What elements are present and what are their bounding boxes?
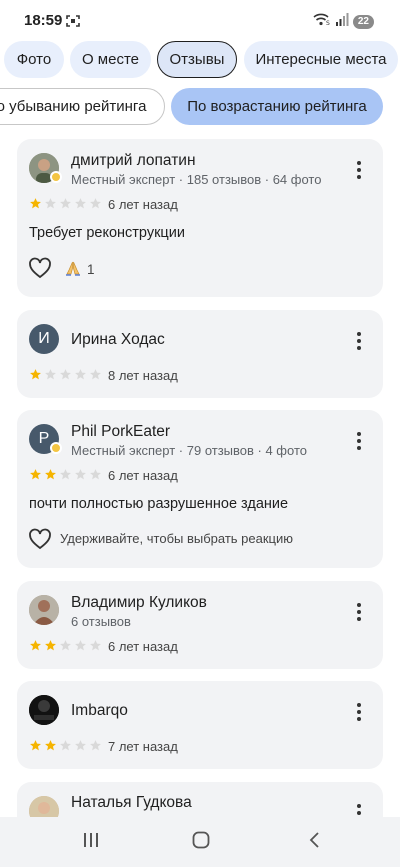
review-card: дмитрий лопатин Местный эксперт · 185 от… [17, 139, 383, 297]
rating-stars [29, 739, 102, 752]
wifi-icon: S [313, 12, 331, 31]
reviewer-name[interactable]: Ирина Ходас [71, 331, 165, 349]
status-bar: 18:59 S 22 [0, 0, 400, 40]
reviewer-meta: Местный эксперт · 79 отзывов · 4 фото [71, 443, 307, 458]
avatar[interactable]: И [29, 324, 59, 354]
local-guide-badge-icon [50, 442, 62, 454]
star-empty-icon [75, 198, 86, 209]
rating-stars [29, 468, 102, 481]
status-time: 18:59 [24, 12, 63, 29]
star-empty-icon [90, 369, 101, 380]
reaction-count-label: 1 [87, 262, 95, 277]
sort-descending-chip[interactable]: о убыванию рейтинга [0, 88, 165, 125]
star-empty-icon [45, 198, 56, 209]
star-empty-icon [75, 640, 86, 651]
sort-ascending-chip[interactable]: По возрастанию рейтинга [171, 88, 383, 125]
star-empty-icon [90, 198, 101, 209]
star-filled-icon [30, 740, 41, 751]
review-date: 6 лет назад [108, 468, 178, 483]
star-filled-icon [45, 640, 56, 651]
more-options-icon[interactable] [351, 601, 367, 623]
star-empty-icon [60, 369, 71, 380]
star-filled-icon [30, 469, 41, 480]
star-filled-icon [30, 640, 41, 651]
more-options-icon[interactable] [351, 701, 367, 723]
review-date: 6 лет назад [108, 639, 178, 654]
star-empty-icon [60, 640, 71, 651]
reviewer-name[interactable]: дмитрий лопатин [71, 152, 196, 170]
review-card: И Ирина Ходас 8 лет назад [17, 310, 383, 398]
sort-chips: о убыванию рейтинга По возрастанию рейти… [0, 88, 400, 126]
home-icon[interactable] [192, 831, 210, 854]
star-empty-icon [90, 640, 101, 651]
more-options-icon[interactable] [351, 330, 367, 352]
star-empty-icon [90, 740, 101, 751]
reaction-count[interactable]: 1 [65, 260, 95, 279]
review-card: Imbarqo 7 лет назад [17, 681, 383, 769]
review-date: 7 лет назад [108, 739, 178, 754]
system-nav-bar [0, 817, 400, 867]
reviewer-meta: 6 отзывов [71, 614, 131, 629]
review-card: Владимир Куликов 6 отзывов 6 лет назад [17, 581, 383, 669]
star-filled-icon [30, 369, 41, 380]
star-empty-icon [60, 469, 71, 480]
review-text: почти полностью разрушенное здание [29, 496, 289, 512]
reviewer-meta: Местный эксперт · 185 отзывов · 64 фото [71, 172, 322, 187]
tab-reviews[interactable]: Отзывы [157, 41, 237, 78]
signal-icon [335, 12, 349, 31]
review-text: Требует реконструкции [29, 225, 185, 241]
review-card: P Phil PorkEater Местный эксперт · 79 от… [17, 410, 383, 568]
rating-stars [29, 368, 102, 381]
battery-indicator: 22 [352, 14, 374, 29]
avatar[interactable] [29, 695, 59, 725]
star-empty-icon [75, 469, 86, 480]
star-empty-icon [45, 369, 56, 380]
place-tabs: Фото О месте Отзывы Интересные места [0, 40, 400, 80]
heart-icon[interactable] [28, 257, 52, 284]
star-empty-icon [60, 198, 71, 209]
reviewer-name[interactable]: Phil PorkEater [71, 423, 170, 441]
reviewer-name[interactable]: Imbarqo [71, 702, 128, 720]
reaction-hint: Удерживайте, чтобы выбрать реакцию [60, 531, 294, 546]
star-empty-icon [90, 469, 101, 480]
star-empty-icon [75, 369, 86, 380]
more-options-icon[interactable] [351, 430, 367, 452]
tab-about[interactable]: О месте [70, 41, 151, 78]
tab-photos[interactable]: Фото [4, 41, 64, 78]
rating-stars [29, 197, 102, 210]
star-filled-icon [45, 469, 56, 480]
rating-stars [29, 639, 102, 652]
heart-icon[interactable] [28, 528, 52, 555]
local-guide-badge-icon [50, 171, 62, 183]
recent-apps-icon[interactable] [82, 831, 100, 854]
reviewer-name[interactable]: Владимир Куликов [71, 594, 207, 612]
star-filled-icon [30, 198, 41, 209]
tab-interesting-places[interactable]: Интересные места [244, 41, 398, 78]
review-date: 6 лет назад [108, 197, 178, 212]
star-empty-icon [60, 740, 71, 751]
avatar[interactable] [29, 595, 59, 625]
reviewer-name[interactable]: Наталья Гудкова [71, 794, 192, 812]
star-empty-icon [75, 740, 86, 751]
screenshot-icon [66, 14, 80, 32]
star-filled-icon [45, 740, 56, 751]
more-options-icon[interactable] [351, 159, 367, 181]
back-icon[interactable] [306, 831, 324, 854]
praying-hands-icon [65, 260, 81, 279]
svg-text:S: S [326, 20, 330, 26]
review-date: 8 лет назад [108, 368, 178, 383]
